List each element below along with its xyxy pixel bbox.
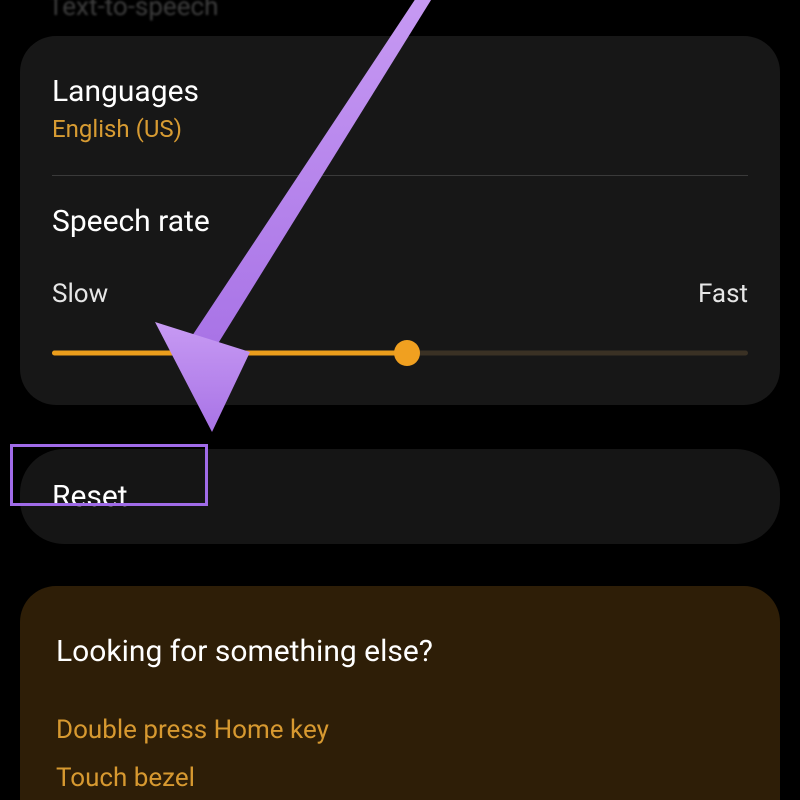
languages-title: Languages [52, 74, 748, 109]
speech-rate-title: Speech rate [52, 204, 748, 239]
section-header-tts: Text-to-speech [20, 0, 780, 22]
suggestions-title: Looking for something else? [56, 634, 744, 669]
slider-fill [52, 351, 407, 356]
speech-rate-slow-label: Slow [52, 279, 108, 309]
speech-rate-fast-label: Fast [698, 279, 748, 309]
languages-row[interactable]: Languages English (US) [20, 46, 780, 153]
suggestion-link-touch-bezel[interactable]: Touch bezel [56, 759, 744, 797]
languages-value: English (US) [52, 115, 748, 143]
speech-rate-slider[interactable] [52, 341, 748, 365]
tts-settings-card: Languages English (US) Speech rate Slow … [20, 36, 780, 405]
suggestions-card: Looking for something else? Double press… [20, 586, 780, 800]
reset-label: Reset [52, 479, 748, 514]
speech-rate-row: Speech rate [20, 176, 780, 249]
suggestion-link-double-press-home[interactable]: Double press Home key [56, 711, 744, 749]
reset-button[interactable]: Reset [20, 449, 780, 544]
slider-thumb[interactable] [394, 340, 420, 366]
